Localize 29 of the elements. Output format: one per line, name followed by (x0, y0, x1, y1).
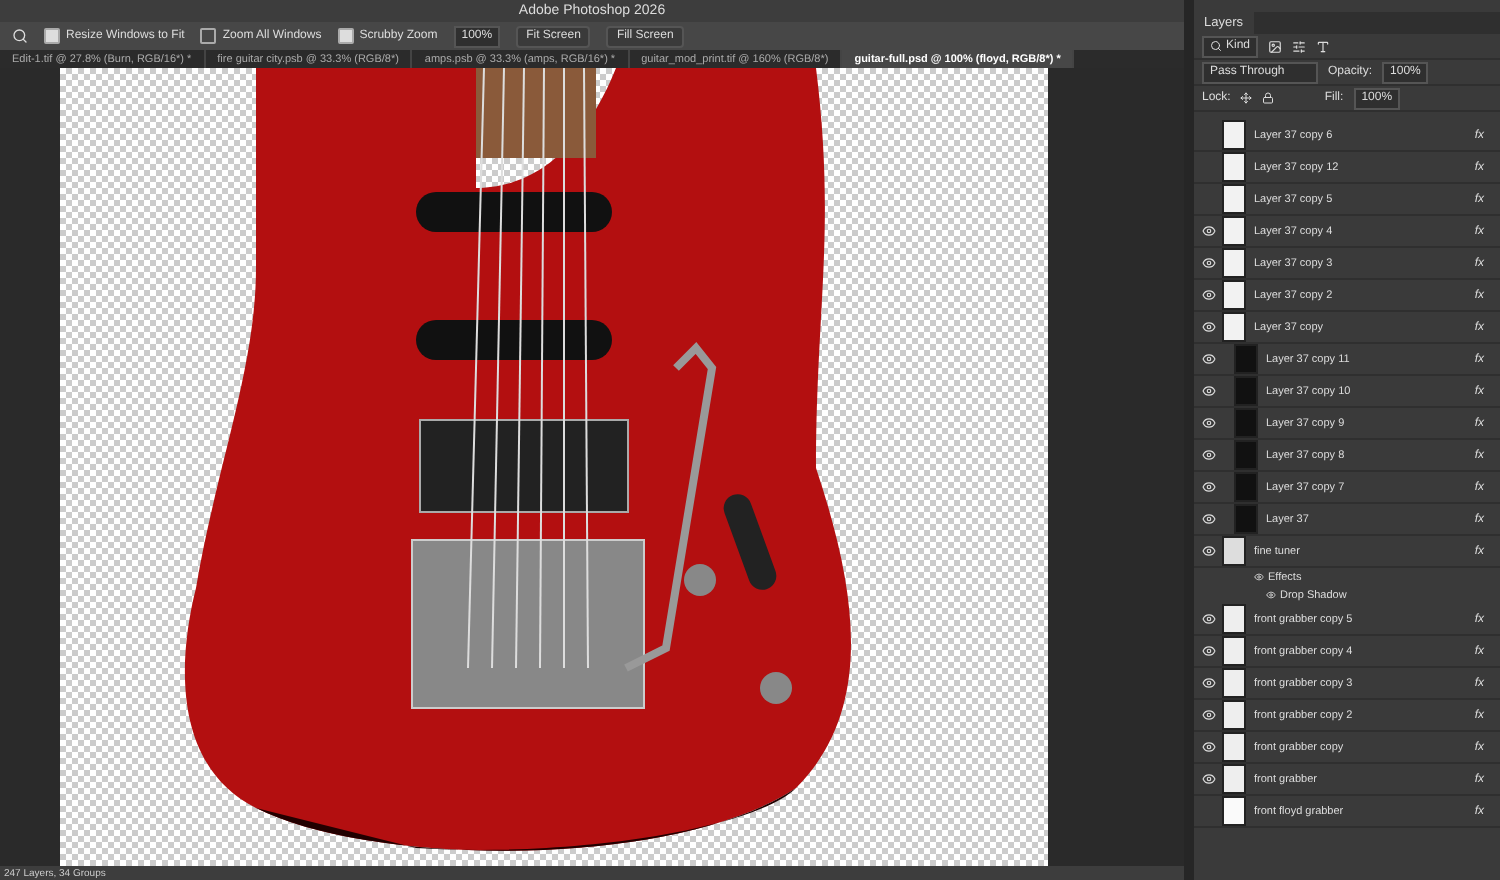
eye-icon[interactable] (1201, 352, 1215, 366)
image-icon[interactable] (1268, 39, 1283, 53)
eye-icon[interactable] (1201, 448, 1215, 462)
eye-icon[interactable] (1201, 644, 1215, 658)
search-icon[interactable] (12, 28, 28, 44)
eye-icon[interactable] (1201, 740, 1215, 754)
eye-icon[interactable] (1254, 572, 1264, 582)
eye-icon[interactable] (1201, 612, 1215, 626)
eye-icon[interactable] (1266, 590, 1276, 600)
lock-icon[interactable] (1262, 92, 1275, 104)
adjustment-icon[interactable] (1292, 39, 1307, 53)
eye-icon[interactable] (1201, 512, 1215, 526)
eye-icon[interactable] (1201, 676, 1215, 690)
eye-icon[interactable] (1201, 320, 1215, 334)
checkbox[interactable] (200, 28, 217, 44)
search-icon (1210, 40, 1222, 52)
type-icon[interactable] (1316, 39, 1331, 53)
eye-icon[interactable] (1201, 416, 1215, 430)
eye-icon[interactable] (1201, 384, 1215, 398)
eye-icon[interactable] (1201, 544, 1215, 558)
checkbox[interactable] (337, 28, 354, 44)
eye-icon[interactable] (1201, 256, 1215, 270)
eye-icon[interactable] (1201, 708, 1215, 722)
eye-icon[interactable] (1201, 772, 1215, 786)
checkbox[interactable] (44, 28, 60, 44)
move-icon[interactable] (1240, 92, 1253, 104)
eye-icon[interactable] (1201, 480, 1215, 494)
eye-icon[interactable] (1201, 224, 1215, 238)
eye-icon[interactable] (1201, 288, 1215, 302)
